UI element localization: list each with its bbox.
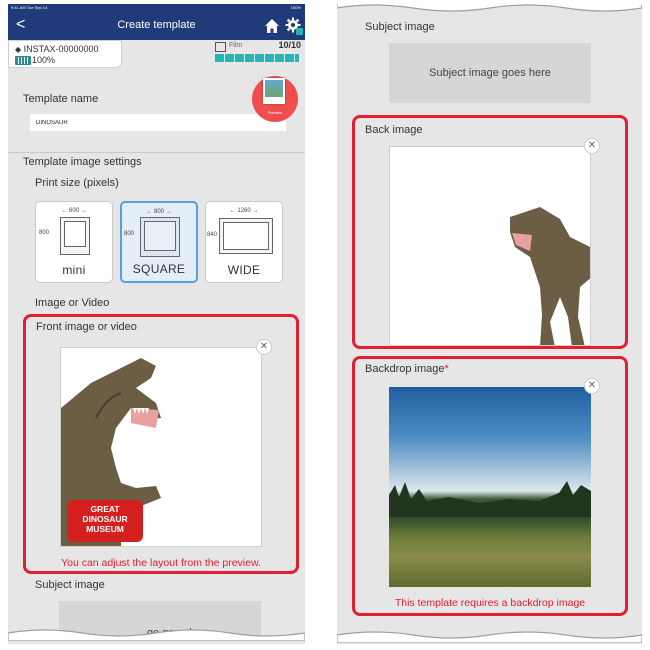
remove-back-image-button[interactable]: ✕ — [584, 138, 600, 154]
front-image-label: Front image or video — [36, 321, 137, 333]
status-bar: 9:41 AM Tue Sep 14 100% — [8, 4, 305, 12]
preview-thumbnail — [263, 78, 285, 104]
divider — [8, 152, 305, 153]
device-name: ◆ INSTAX-00000000 — [15, 44, 99, 54]
device-card[interactable]: ◆ INSTAX-00000000 100% — [8, 40, 122, 68]
front-image-box[interactable]: GREAT DINOSAUR MUSEUM — [60, 347, 262, 547]
preview-button[interactable]: Preview — [252, 76, 298, 122]
back-image-box[interactable] — [389, 146, 591, 346]
backdrop-image-box[interactable] — [389, 387, 591, 587]
right-screen: Subject image Subject image goes here Ba… — [337, 4, 642, 644]
print-size-label: Print size (pixels) — [35, 177, 119, 189]
film-label: Film — [229, 42, 243, 49]
nav-bar: < Create template — [8, 12, 305, 40]
screenshot-cut-wave-bottom — [337, 631, 642, 643]
size-height: 800 — [124, 231, 135, 237]
back-image-label: Back image — [365, 124, 423, 136]
tree-line — [389, 481, 591, 517]
film-remaining-bar — [215, 54, 299, 62]
size-width: ← 800 → — [146, 209, 172, 215]
home-icon[interactable] — [264, 18, 280, 34]
screenshot-cut-wave-top — [337, 4, 642, 12]
front-image-section: Front image or video GREAT DINOSAUR MUSE… — [23, 314, 299, 574]
film-count: 10/10 — [278, 40, 301, 50]
remove-backdrop-image-button[interactable]: ✕ — [584, 378, 600, 394]
size-label: mini — [62, 263, 86, 277]
backdrop-image-section: Backdrop image* ✕ This template requires… — [352, 356, 628, 616]
template-name-input[interactable] — [30, 114, 286, 131]
size-height: 800 — [39, 230, 50, 236]
backdrop-image-label: Backdrop image* — [365, 363, 449, 375]
size-width: ← 600 → — [61, 208, 87, 214]
page-title: Create template — [117, 19, 196, 31]
screenshot-cut-wave — [8, 629, 305, 641]
size-frame — [140, 217, 180, 257]
subject-image-label: Subject image — [35, 579, 105, 591]
required-mark: * — [444, 363, 449, 375]
status-battery: 100% — [290, 5, 301, 10]
size-width: ← 1260 → — [229, 208, 259, 214]
gear-icon[interactable] — [285, 17, 303, 35]
template-name-label: Template name — [23, 93, 99, 105]
left-screen: 9:41 AM Tue Sep 14 100% < Create templat… — [8, 4, 305, 644]
size-option-wide[interactable]: ← 1260 → 840 WIDE — [205, 201, 283, 283]
museum-logo: GREAT DINOSAUR MUSEUM — [67, 500, 143, 542]
size-label: WIDE — [227, 263, 261, 277]
battery-level: 100% — [32, 55, 56, 65]
bluetooth-icon: ◆ — [15, 45, 22, 54]
subject-image-placeholder[interactable]: Subject image goes here — [389, 43, 591, 103]
size-label: SQUARE — [132, 262, 186, 276]
front-layout-note: You can adjust the layout from the previ… — [61, 557, 261, 569]
film-icon — [215, 42, 226, 52]
film-counter: Film 10/10 — [213, 40, 303, 64]
size-option-square[interactable]: ← 800 → 800 SQUARE — [120, 201, 198, 283]
preview-label: Preview — [267, 110, 283, 115]
size-option-mini[interactable]: ← 600 → 800 mini — [35, 201, 113, 283]
subject-image-label: Subject image — [365, 21, 435, 33]
image-or-video-label: Image or Video — [35, 297, 110, 309]
template-settings-heading: Template image settings — [23, 156, 142, 168]
back-image-section: Back image ✕ — [352, 115, 628, 349]
status-time: 9:41 AM Tue Sep 14 — [11, 5, 48, 10]
dinosaur-back-image — [510, 207, 590, 345]
size-height: 840 — [207, 232, 218, 238]
size-frame — [219, 218, 273, 254]
backdrop-required-note: This template requires a backdrop image — [394, 597, 586, 609]
remove-front-image-button[interactable]: ✕ — [256, 339, 272, 355]
size-frame — [60, 217, 90, 255]
battery-icon — [15, 56, 31, 65]
